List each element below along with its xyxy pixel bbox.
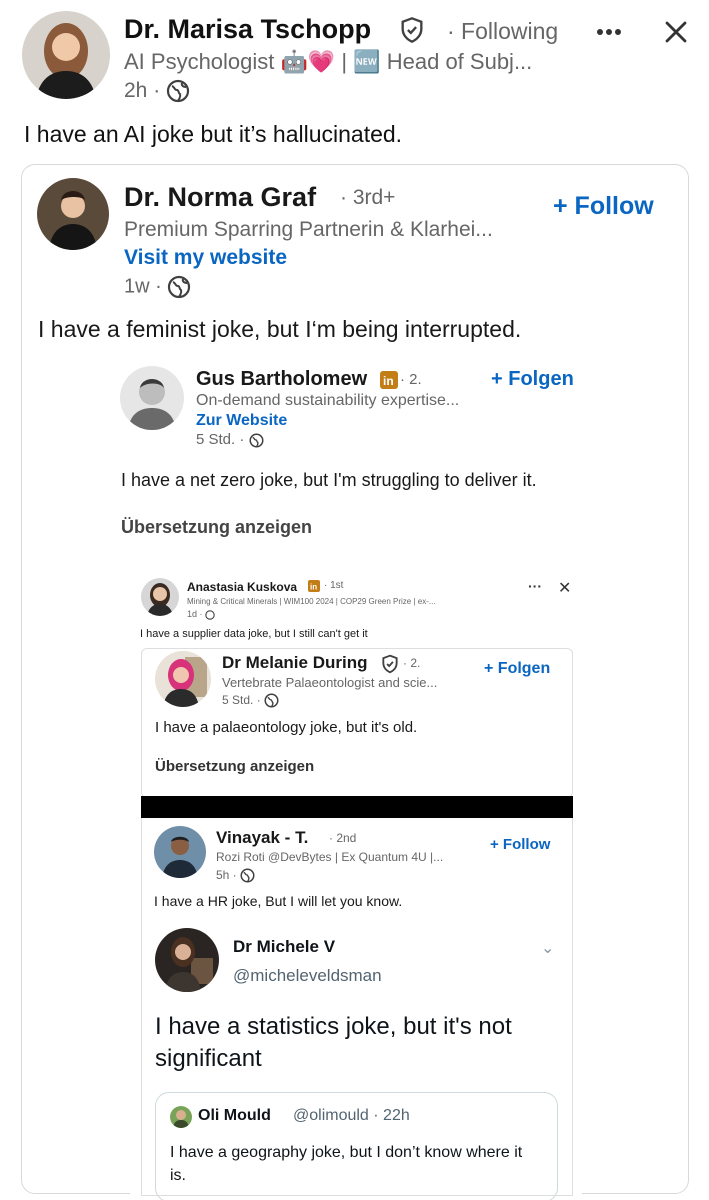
gus-avatar[interactable] (120, 366, 184, 430)
vinayak-post-text: I have a HR joke, But I will let you kno… (154, 893, 403, 909)
vinayak-time-label: 5h · (216, 868, 237, 882)
svg-text:in: in (310, 582, 317, 591)
gus-post-time: 5 Std. · (196, 431, 264, 448)
melanie-headline: Vertebrate Palaeontologist and scie... (222, 675, 438, 690)
gus-post-text: I have a net zero joke, but I'm struggli… (121, 470, 537, 490)
anastasia-time-label: 1d · (187, 609, 203, 619)
author-headline: AI Psychologist 🤖💗 | 🆕 Head of Subj... (124, 49, 533, 74)
oli-avatar[interactable] (170, 1106, 192, 1128)
close-button[interactable]: ✕ (558, 578, 571, 598)
author-avatar[interactable] (22, 11, 110, 99)
linkedin-premium-icon: in (380, 371, 398, 389)
gus-time-label: 5 Std. · (196, 431, 245, 448)
post-time-label: 2h · (124, 79, 161, 102)
linkedin-premium-icon: in (308, 580, 320, 592)
quoted-author-name[interactable]: Dr. Norma Graf (124, 182, 316, 213)
follow-button[interactable]: + Folgen (491, 368, 574, 391)
vinayak-headline: Rozi Roti @DevBytes | Ex Quantum 4U |... (216, 850, 444, 864)
verified-shield-icon (382, 654, 398, 674)
oli-handle[interactable]: @olimould · 22h (293, 1107, 410, 1125)
oli-tweet-text: I have a geography joke, but I don’t kno… (170, 1144, 523, 1184)
connection-degree: · 1st (324, 580, 344, 591)
gus-headline: On-demand sustainability expertise... (196, 392, 460, 409)
vinayak-avatar[interactable] (154, 826, 206, 878)
connection-degree: · 2. (403, 656, 421, 670)
visit-website-link[interactable]: Visit my website (124, 246, 287, 270)
gus-name[interactable]: Gus Bartholomew (196, 368, 367, 391)
anastasia-post-text: I have a supplier data joke, but I still… (140, 628, 368, 640)
anastasia-name[interactable]: Anastasia Kuskova (187, 580, 297, 594)
follow-button[interactable]: + Folgen (484, 660, 550, 678)
globe-icon (205, 609, 215, 620)
globe-icon (264, 693, 279, 708)
tweet-text: I have a statistics joke, but it's not s… (155, 1013, 512, 1072)
show-translation-link[interactable]: Übersetzung anzeigen (155, 758, 314, 775)
globe-icon (249, 433, 264, 448)
show-translation-link[interactable]: Übersetzung anzeigen (121, 517, 312, 538)
follow-button[interactable]: + Follow (490, 836, 550, 853)
post-time: 2h · (124, 79, 190, 103)
melanie-avatar[interactable] (155, 651, 211, 707)
more-options-button[interactable]: ··· (528, 578, 542, 594)
vinayak-post-time: 5h · (216, 868, 255, 883)
svg-text:in: in (383, 374, 394, 388)
quoted-post-time: 1w · (124, 275, 191, 299)
redaction-bar (141, 796, 573, 818)
quoted-time-label: 1w · (124, 275, 162, 298)
melanie-time-label: 5 Std. · (222, 693, 261, 707)
globe-icon (166, 80, 190, 103)
verified-shield-icon (401, 17, 423, 43)
quoted-post-text: I have a feminist joke, but I‘m being in… (38, 316, 522, 342)
melanie-post-time: 5 Std. · (222, 693, 279, 708)
anastasia-avatar[interactable] (141, 578, 179, 616)
tweet-author-handle[interactable]: @micheleveldsman (233, 966, 382, 986)
melanie-name[interactable]: Dr Melanie During (222, 653, 367, 673)
close-icon[interactable] (664, 20, 688, 44)
post-text: I have an AI joke but it’s hallucinated. (24, 121, 403, 147)
follow-button[interactable]: + Follow (553, 192, 654, 221)
ellipsis-icon[interactable] (596, 28, 622, 36)
globe-icon (240, 868, 255, 883)
michele-avatar[interactable] (155, 928, 219, 992)
website-link[interactable]: Zur Website (196, 412, 287, 430)
melanie-post-text: I have a palaeontology joke, but it's ol… (155, 719, 418, 736)
connection-degree: · 2nd (329, 831, 357, 845)
globe-icon (168, 275, 191, 299)
anastasia-post-time: 1d · (187, 609, 215, 620)
connection-degree: · 2. (400, 371, 422, 388)
quoted-author-headline: Premium Sparring Partnerin & Klarhei... (124, 218, 493, 241)
vinayak-name[interactable]: Vinayak - T. (216, 828, 308, 848)
following-status[interactable]: · Following (447, 18, 558, 45)
quoted-author-avatar[interactable] (37, 178, 109, 250)
anastasia-headline: Mining & Critical Minerals | WIM100 2024… (187, 597, 436, 606)
author-name[interactable]: Dr. Marisa Tschopp (124, 14, 371, 45)
chevron-down-icon[interactable]: ⌄ (541, 938, 554, 958)
oli-name[interactable]: Oli Mould (198, 1107, 271, 1125)
connection-degree: · 3rd+ (340, 186, 396, 209)
tweet-author-name[interactable]: Dr Michele V (233, 937, 335, 957)
